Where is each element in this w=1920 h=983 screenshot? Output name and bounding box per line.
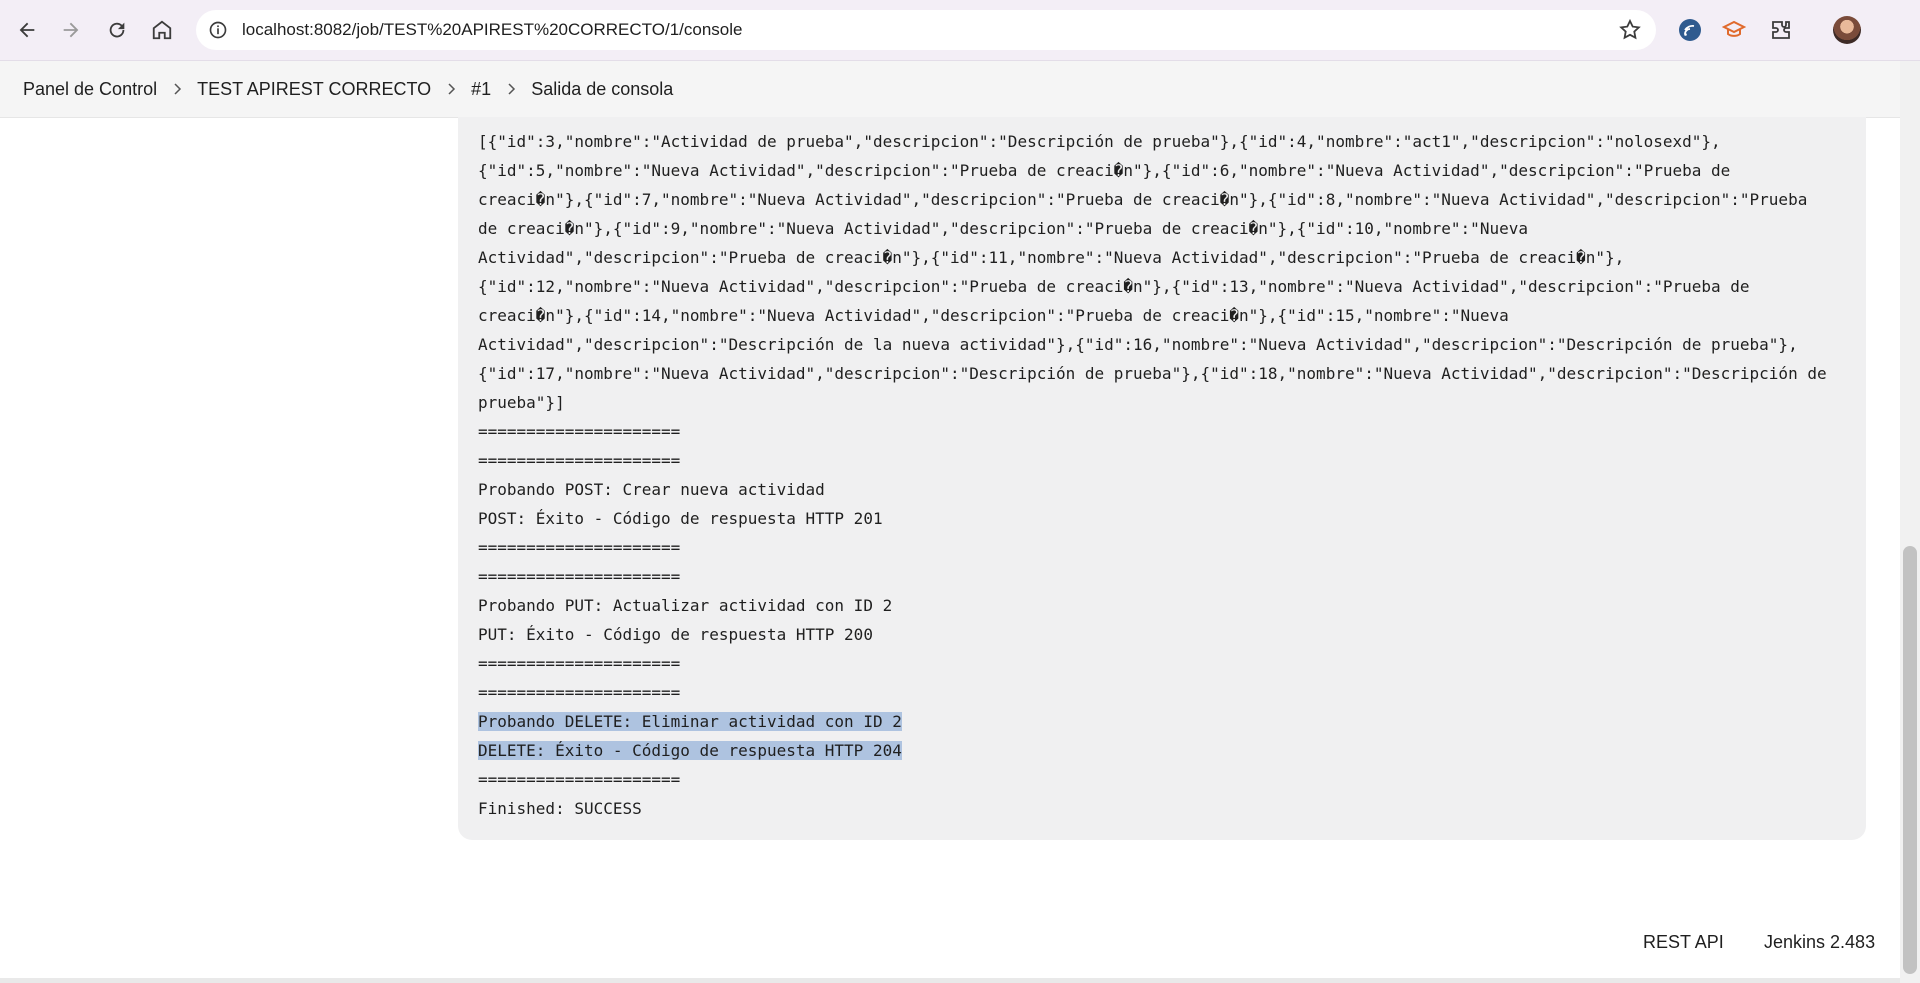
console-line-text: =====================: [478, 567, 681, 586]
jenkins-version-link[interactable]: Jenkins 2.483: [1764, 932, 1875, 953]
chevron-right-icon: [443, 81, 459, 97]
console-line-text: =====================: [478, 451, 681, 470]
console-line-text: =====================: [478, 538, 681, 557]
console-line: POST: Éxito - Código de respuesta HTTP 2…: [478, 504, 1858, 533]
console-line-text: DELETE: Éxito - Código de respuesta HTTP…: [478, 741, 902, 760]
breadcrumb-job[interactable]: TEST APIREST CORRECTO: [197, 79, 431, 100]
chevron-right-icon: [503, 81, 519, 97]
console-line-text: de creaci�n"},{"id":9,"nombre":"Nueva Ac…: [478, 219, 1528, 238]
reload-button[interactable]: [102, 15, 132, 45]
extensions-puzzle-icon[interactable]: [1767, 16, 1795, 44]
arrow-left-icon: [19, 22, 35, 38]
console-line-text: POST: Éxito - Código de respuesta HTTP 2…: [478, 509, 883, 528]
console-line: [{"id":3,"nombre":"Actividad de prueba",…: [478, 127, 1858, 156]
console-line: =====================: [478, 533, 1858, 562]
address-bar[interactable]: localhost:8082/job/TEST%20APIREST%20CORR…: [196, 10, 1656, 50]
console-line-text: Actividad","descripcion":"Descripción de…: [478, 335, 1798, 354]
breadcrumb-dashboard[interactable]: Panel de Control: [23, 79, 157, 100]
console-line-text: Actividad","descripcion":"Prueba de crea…: [478, 248, 1625, 267]
console-line: Actividad","descripcion":"Descripción de…: [478, 330, 1858, 359]
console-line: =====================: [478, 765, 1858, 794]
console-line-text: Probando DELETE: Eliminar actividad con …: [478, 712, 902, 731]
console-line: Actividad","descripcion":"Prueba de crea…: [478, 243, 1858, 272]
console-line: Probando DELETE: Eliminar actividad con …: [478, 707, 1858, 736]
profile-avatar[interactable]: [1833, 16, 1861, 44]
console-line-text: =====================: [478, 654, 681, 673]
url-text[interactable]: localhost:8082/job/TEST%20APIREST%20CORR…: [242, 10, 742, 50]
console-line: =====================: [478, 417, 1858, 446]
scrollbar-thumb[interactable]: [1903, 546, 1917, 974]
console-line: Probando PUT: Actualizar actividad con I…: [478, 591, 1858, 620]
console-line-text: creaci�n"},{"id":14,"nombre":"Nueva Acti…: [478, 306, 1509, 325]
console-line: de creaci�n"},{"id":9,"nombre":"Nueva Ac…: [478, 214, 1858, 243]
forward-button[interactable]: [56, 15, 86, 45]
console-line: Probando POST: Crear nueva actividad: [478, 475, 1858, 504]
bookmark-star-icon[interactable]: [1618, 18, 1642, 42]
console-line-text: [{"id":3,"nombre":"Actividad de prueba",…: [478, 132, 1721, 151]
console-line: {"id":12,"nombre":"Nueva Actividad","des…: [478, 272, 1858, 301]
arrow-right-icon: [63, 22, 79, 38]
console-line-text: =====================: [478, 770, 681, 789]
console-line-text: creaci�n"},{"id":7,"nombre":"Nueva Activ…: [478, 190, 1808, 209]
console-line: =====================: [478, 446, 1858, 475]
console-line-text: Probando PUT: Actualizar actividad con I…: [478, 596, 893, 615]
back-button[interactable]: [12, 15, 42, 45]
console-line-text: PUT: Éxito - Código de respuesta HTTP 20…: [478, 625, 873, 644]
reload-icon: [109, 22, 125, 38]
home-button[interactable]: [147, 15, 177, 45]
extension-graduation-cap-icon[interactable]: [1720, 16, 1748, 44]
console-line-text: =====================: [478, 683, 681, 702]
console-line: PUT: Éxito - Código de respuesta HTTP 20…: [478, 620, 1858, 649]
console-line: prueba"}]: [478, 388, 1858, 417]
console-line: =====================: [478, 678, 1858, 707]
extension-cast-icon[interactable]: [1676, 16, 1704, 44]
console-line-text: =====================: [478, 422, 681, 441]
console-line-text: Finished: SUCCESS: [478, 799, 642, 818]
console-line: =====================: [478, 649, 1858, 678]
console-line: =====================: [478, 562, 1858, 591]
console-line: {"id":17,"nombre":"Nueva Actividad","des…: [478, 359, 1858, 388]
console-line-text: prueba"}]: [478, 393, 565, 412]
console-line-text: {"id":12,"nombre":"Nueva Actividad","des…: [478, 277, 1750, 296]
chevron-right-icon: [169, 81, 185, 97]
console-line-text: {"id":17,"nombre":"Nueva Actividad","des…: [478, 364, 1827, 383]
home-icon: [152, 20, 172, 40]
console-line: {"id":5,"nombre":"Nueva Actividad","desc…: [478, 156, 1858, 185]
console-line: DELETE: Éxito - Código de respuesta HTTP…: [478, 736, 1858, 765]
console-line: Finished: SUCCESS: [478, 794, 1858, 823]
browser-toolbar: localhost:8082/job/TEST%20APIREST%20CORR…: [0, 0, 1920, 61]
site-info-icon[interactable]: [204, 16, 232, 44]
console-output: [{"id":3,"nombre":"Actividad de prueba",…: [458, 117, 1866, 840]
breadcrumb-build[interactable]: #1: [471, 79, 491, 100]
console-lines: [{"id":3,"nombre":"Actividad de prueba",…: [478, 127, 1858, 823]
rest-api-link[interactable]: REST API: [1643, 932, 1724, 953]
console-line-text: {"id":5,"nombre":"Nueva Actividad","desc…: [478, 161, 1731, 180]
console-line: creaci�n"},{"id":7,"nombre":"Nueva Activ…: [478, 185, 1858, 214]
breadcrumb: Panel de Control TEST APIREST CORRECTO #…: [0, 61, 1900, 118]
breadcrumb-console-output[interactable]: Salida de consola: [531, 79, 673, 100]
console-line-text: Probando POST: Crear nueva actividad: [478, 480, 825, 499]
bottom-border: [0, 978, 1900, 983]
console-line: creaci�n"},{"id":14,"nombre":"Nueva Acti…: [478, 301, 1858, 330]
